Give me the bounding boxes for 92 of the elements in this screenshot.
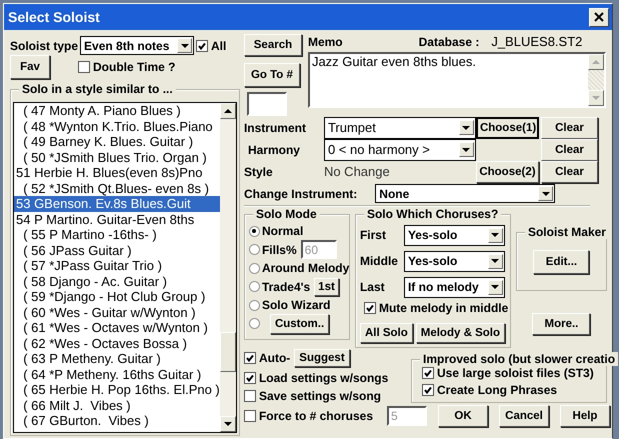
list-item[interactable]: ( 55 P Martino -16ths- ) <box>14 227 220 242</box>
suggest-button[interactable]: Suggest <box>294 349 350 367</box>
style-value: No Change <box>324 164 391 179</box>
change-instrument-label: Change Instrument: <box>244 186 358 200</box>
number-input-field[interactable] <box>246 92 287 116</box>
list-item[interactable]: ( 64 *P Metheny. 16ths Guitar ) <box>14 366 220 382</box>
clear-button[interactable]: Clear <box>540 116 598 138</box>
solo-mode-radio[interactable]: Solo Wizard <box>248 298 331 312</box>
close-button[interactable] <box>589 8 609 26</box>
instrument-dropdown[interactable]: Trumpet <box>324 116 476 138</box>
save-settings-checkbox[interactable]: Save settings w/song <box>244 389 388 403</box>
style-label: Style <box>244 164 274 178</box>
clear-button[interactable]: Clear <box>540 160 598 182</box>
list-item[interactable]: ( 50 *JSmith Blues Trio. Organ ) <box>14 150 220 165</box>
list-item[interactable]: 54 P Martino. Guitar-Even 8ths <box>14 212 220 227</box>
load-settings-checkbox[interactable]: Load settings w/songs <box>244 371 388 385</box>
solo-mode-radio[interactable]: Around Melody <box>248 261 350 276</box>
solo-button[interactable]: All Solo <box>360 323 413 343</box>
dialog-button[interactable]: OK <box>438 405 488 427</box>
solo-button[interactable]: Melody & Solo <box>416 323 505 343</box>
list-item[interactable]: ( 63 P Metheny. Guitar ) <box>14 351 220 366</box>
scrollbar[interactable] <box>220 103 236 432</box>
window-title: Select Soloist <box>8 9 100 25</box>
list-item[interactable]: ( 49 Barney K. Blues. Guitar ) <box>14 134 220 150</box>
list-item[interactable]: ( 62 *Wes - Octaves Bossa ) <box>14 336 220 351</box>
group-title: Solo in a style similar to ... <box>19 82 176 96</box>
double-time-checkbox[interactable]: Double Time ? <box>78 60 176 74</box>
dialog-button[interactable]: Help <box>560 405 610 427</box>
scroll-thumb[interactable] <box>220 332 236 372</box>
list-item[interactable]: ( 48 *Wynton K.Trio. Blues.Piano <box>14 118 220 134</box>
check-icon <box>244 373 255 383</box>
chorus-dropdown[interactable]: Yes-solo <box>404 250 505 272</box>
list-item[interactable]: ( 66 Milt J. Vibes ) <box>14 398 220 413</box>
memo-text: Jazz Guitar even 8ths blues. <box>310 54 476 71</box>
chorus-label: Last <box>360 280 386 294</box>
solo-mode-radio[interactable]: Normal <box>248 224 304 238</box>
group-title: Improved solo (but slower creatio <box>420 352 618 366</box>
memo-label: Memo <box>308 35 343 49</box>
choose-button[interactable]: Choose(2) <box>476 160 539 182</box>
change-instrument-dropdown[interactable]: None <box>375 184 556 203</box>
list-item[interactable]: ( 57 *JPass Guitar Trio ) <box>14 258 220 274</box>
list-item[interactable]: ( 60 *Wes - Guitar w/Wynton ) <box>14 304 220 320</box>
harmony-dropdown[interactable]: 0 < no harmony > <box>324 138 476 160</box>
list-item[interactable]: 51 Herbie H. Blues(even 8s)Pno <box>14 165 220 180</box>
group-title: Soloist Maker <box>524 225 609 239</box>
soloist-type-dropdown[interactable]: Even 8th notes <box>80 36 194 55</box>
scrollbar[interactable] <box>588 54 604 106</box>
solo-mode-radio[interactable]: Trade4's <box>248 280 310 294</box>
fav-button[interactable]: Fav <box>10 55 50 79</box>
group-title: Solo Which Choruses? <box>364 207 502 221</box>
instrument-label: Instrument <box>244 120 307 134</box>
soloist-type-label: Soloist type <box>10 38 78 52</box>
list-item[interactable]: ( 67 GBurton. Vibes ) <box>14 413 220 428</box>
list-item[interactable]: ( 56 JPass Guitar ) <box>14 242 220 258</box>
chorus-label: Middle <box>360 254 399 268</box>
chorus-dropdown[interactable]: Yes-solo <box>404 224 505 246</box>
more-button[interactable]: More.. <box>532 313 590 335</box>
list-item[interactable]: ( 65 Herbie H. Pop 16ths. El.Pno ) <box>14 382 220 398</box>
auto-checkbox[interactable]: Auto- <box>244 351 290 365</box>
clear-button[interactable]: Clear <box>540 138 598 160</box>
mute-melody-checkbox[interactable]: Mute melody in middle <box>364 301 508 315</box>
chorus-label: First <box>360 228 387 242</box>
solo-mode-radio[interactable] <box>248 318 260 330</box>
force-choruses-checkbox[interactable]: Force to # choruses <box>244 409 373 423</box>
database-label: Database : <box>418 35 480 49</box>
list-item[interactable]: ( 52 *JSmith Qt.Blues- even 8s ) <box>14 180 220 196</box>
choose-button[interactable]: Choose(1) <box>476 116 539 138</box>
close-icon <box>594 12 604 22</box>
harmony-label: Harmony <box>246 142 301 156</box>
list-item[interactable]: ( 59 *Django - Hot Club Group ) <box>14 289 220 304</box>
list-item[interactable]: ( 47 Monty A. Piano Blues ) <box>14 103 220 118</box>
all-checkbox[interactable]: All <box>196 38 226 52</box>
list-item[interactable]: 53 GBenson. Ev.8s Blues.Guit <box>14 196 220 212</box>
dialog-button[interactable]: Cancel <box>499 405 549 427</box>
check-icon <box>197 40 208 50</box>
check-icon <box>364 303 375 313</box>
memo-field[interactable]: Jazz Guitar even 8ths blues. <box>308 52 606 108</box>
go-to-button[interactable]: Go To # <box>244 63 300 87</box>
custom-button[interactable]: Custom.. <box>270 314 330 334</box>
improved-solo-checkbox[interactable]: Create Long Phrases <box>422 383 598 397</box>
list-item[interactable]: ( 58 Django - Ac. Guitar ) <box>14 274 220 289</box>
check-icon <box>244 353 255 363</box>
scroll-down-icon[interactable] <box>220 416 236 432</box>
database-name: J_BLUES8.ST2 <box>491 34 582 49</box>
improved-solo-checkbox[interactable]: Use large soloist files (ST3) <box>422 366 598 380</box>
chorus-dropdown[interactable]: If no melody <box>404 276 505 298</box>
group-title: Solo Mode <box>252 207 320 221</box>
search-button[interactable]: Search <box>244 34 302 56</box>
edit-button[interactable]: Edit... <box>533 250 590 274</box>
solo-mode-radio[interactable]: Fills% <box>248 242 297 257</box>
first-button[interactable]: 1st <box>314 278 339 296</box>
list-item[interactable]: ( 61 *Wes - Octaves w/Wynton ) <box>14 320 220 336</box>
